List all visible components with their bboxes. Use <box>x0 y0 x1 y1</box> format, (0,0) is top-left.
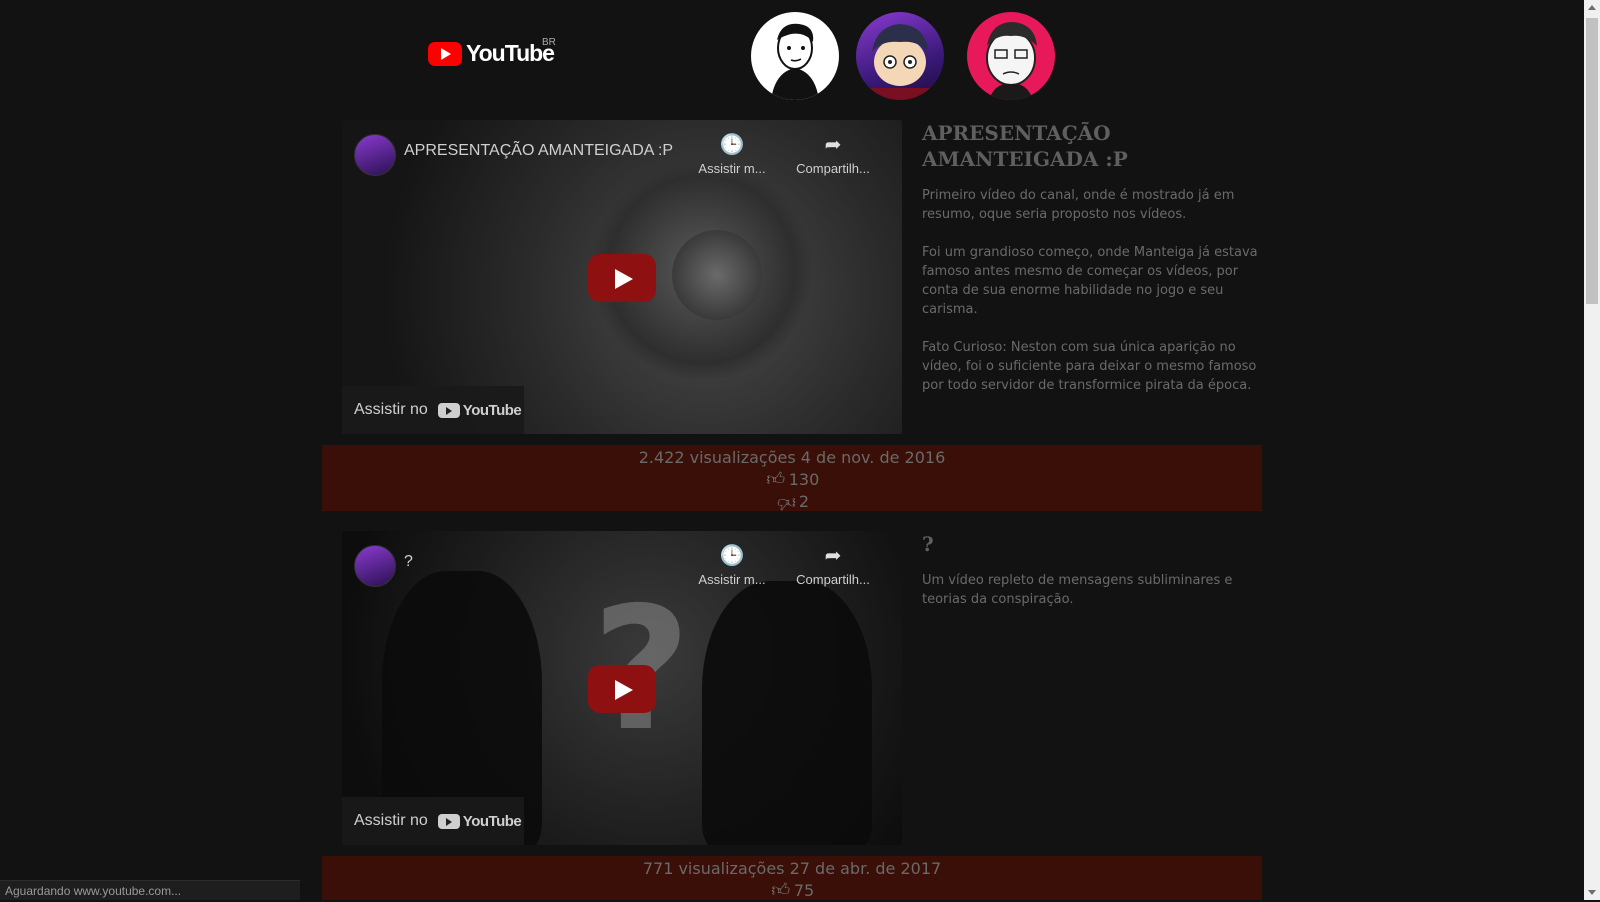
youtube-mini-logo: YouTube <box>437 812 522 830</box>
scroll-down-arrow-icon[interactable] <box>1588 890 1596 895</box>
watch-on-label: Assistir no <box>354 812 428 829</box>
youtube-play-icon <box>437 813 460 829</box>
likes-row: 👍︎ 130 <box>322 469 1262 491</box>
watch-later-button[interactable]: 🕒 Assistir m... <box>687 132 777 176</box>
likes-count: 75 <box>793 881 815 900</box>
share-label: Compartilh... <box>796 572 870 587</box>
clock-icon: 🕒 <box>719 134 745 156</box>
views-and-date: 2.422 visualizações 4 de nov. de 2016 <box>638 448 946 467</box>
video-stats-bar: 771 visualizações 27 de abr. de 2017 👍︎ … <box>322 856 1262 902</box>
youtube-logo[interactable]: YouTube <box>428 40 555 67</box>
video-stats-bar: 2.422 visualizações 4 de nov. de 2016 👍︎… <box>322 445 1262 513</box>
views-and-date: 771 visualizações 27 de abr. de 2017 <box>642 859 942 878</box>
scrollbar-thumb[interactable] <box>1586 18 1598 304</box>
youtube-logo-text: YouTube <box>466 40 555 66</box>
video-title: ? <box>922 532 934 556</box>
site-header: YouTube BR <box>0 0 1584 110</box>
browser-status-bar: Aguardando www.youtube.com... <box>0 880 300 900</box>
watch-on-youtube-button[interactable]: Assistir no YouTube <box>342 797 524 845</box>
likes-count: 130 <box>788 470 820 489</box>
video-embed[interactable]: APRESENTAÇÃO AMANTEIGADA :P 🕒 Assistir m… <box>342 120 902 434</box>
share-button[interactable]: ➦ Compartilh... <box>788 543 878 587</box>
embed-video-title[interactable]: APRESENTAÇÃO AMANTEIGADA :P <box>404 142 673 160</box>
watch-later-label: Assistir m... <box>698 572 766 587</box>
channel-avatar[interactable] <box>354 134 396 176</box>
youtube-mini-logo: YouTube <box>437 401 522 419</box>
clock-icon: 🕒 <box>719 545 745 567</box>
youtube-play-icon <box>437 402 460 418</box>
thumbs-up-icon[interactable]: 👍︎ <box>765 469 787 491</box>
description-paragraph: Foi um grandioso começo, onde Manteiga j… <box>922 245 1258 317</box>
vertical-scrollbar[interactable] <box>1584 0 1600 900</box>
scroll-up-arrow-icon[interactable] <box>1588 5 1596 10</box>
avatar[interactable] <box>967 12 1055 100</box>
likes-row: 👍︎ 75 <box>322 880 1262 902</box>
play-button[interactable] <box>588 254 656 302</box>
channel-avatar[interactable] <box>354 545 396 587</box>
description-paragraph: Fato Curioso: Neston com sua única apari… <box>922 340 1257 393</box>
dislikes-row: 👍︎ 2 <box>322 491 1262 513</box>
share-icon: ➦ <box>824 134 842 156</box>
watch-on-label: Assistir no <box>354 401 428 418</box>
video-title: APRESENTAÇÃO AMANTEIGADA :P <box>922 121 1128 171</box>
share-icon: ➦ <box>824 545 842 567</box>
logo-region-label: BR <box>542 37 556 48</box>
share-button[interactable]: ➦ Compartilh... <box>788 132 878 176</box>
youtube-play-icon <box>428 41 462 66</box>
video-embed[interactable]: ? ? 🕒 Assistir m... ➦ Compartilh... Assi… <box>342 531 902 845</box>
share-label: Compartilh... <box>796 161 870 176</box>
thumbs-up-icon[interactable]: 👍︎ <box>770 880 792 902</box>
thumbs-down-icon[interactable]: 👍︎ <box>775 491 797 513</box>
embed-video-title[interactable]: ? <box>404 553 413 571</box>
video-description: ? Um vídeo repleto de mensagens sublimin… <box>922 531 1264 628</box>
description-paragraph: Primeiro vídeo do canal, onde é mostrado… <box>922 188 1235 222</box>
avatar[interactable] <box>751 12 839 100</box>
video-description: APRESENTAÇÃO AMANTEIGADA :P Primeiro víd… <box>922 120 1264 414</box>
youtube-mini-logo-text: YouTube <box>462 401 522 419</box>
watch-on-youtube-button[interactable]: Assistir no YouTube <box>342 386 524 434</box>
description-paragraph: Um vídeo repleto de mensagens subliminar… <box>922 573 1233 607</box>
avatar[interactable] <box>856 12 944 100</box>
watch-later-button[interactable]: 🕒 Assistir m... <box>687 543 777 587</box>
play-button[interactable] <box>588 665 656 713</box>
dislikes-count: 2 <box>798 492 810 511</box>
watch-later-label: Assistir m... <box>698 161 766 176</box>
youtube-mini-logo-text: YouTube <box>462 812 522 830</box>
